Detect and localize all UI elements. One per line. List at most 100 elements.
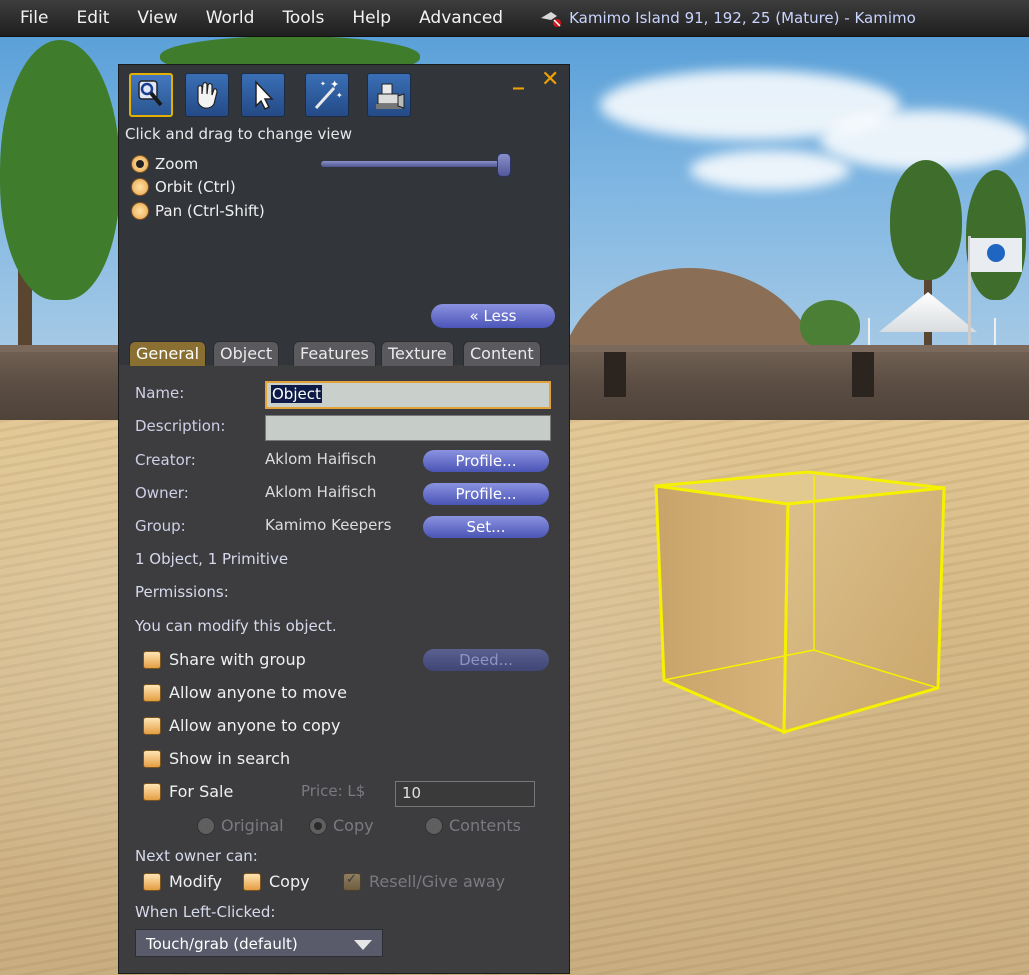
checkbox[interactable] — [143, 650, 161, 669]
tab-object[interactable]: Object — [213, 341, 280, 366]
svg-text:✦: ✦ — [336, 91, 343, 100]
checkbox[interactable] — [143, 683, 161, 702]
radio-button[interactable] — [131, 178, 149, 196]
name-field[interactable]: Object — [265, 381, 551, 409]
menu-file[interactable]: File — [0, 8, 62, 28]
radio-button[interactable] — [131, 202, 149, 220]
allow-copy-checkbox[interactable]: Allow anyone to copy — [143, 716, 340, 735]
menu-world[interactable]: World — [192, 8, 269, 28]
sale-copy-label: Copy — [333, 816, 374, 835]
edit-tool-button[interactable] — [241, 73, 285, 117]
arrow-cursor-icon — [255, 80, 274, 111]
pan-label: Pan (Ctrl-Shift) — [155, 202, 265, 220]
build-floater: _ ✕ ✦ ✦ ✦ Click and drag to change view … — [118, 64, 570, 974]
pine-tree — [890, 160, 962, 280]
deed-button[interactable]: Deed... — [423, 649, 549, 671]
share-group-label: Share with group — [169, 650, 306, 669]
focus-tool-button[interactable] — [129, 73, 173, 117]
checkbox[interactable] — [143, 782, 161, 801]
menu-edit[interactable]: Edit — [62, 8, 123, 28]
price-label: Price: L$ — [301, 782, 366, 800]
left-click-label: When Left-Clicked: — [135, 903, 276, 921]
name-label: Name: — [135, 384, 185, 402]
allow-move-label: Allow anyone to move — [169, 683, 347, 702]
price-value: 10 — [402, 784, 422, 802]
radio-button[interactable] — [197, 816, 215, 835]
sale-original-label: Original — [221, 816, 284, 835]
sale-contents-radio[interactable]: Contents — [425, 816, 521, 835]
land-tool-button[interactable] — [367, 73, 411, 117]
menu-tools[interactable]: Tools — [268, 8, 338, 28]
allow-move-checkbox[interactable]: Allow anyone to move — [143, 683, 347, 702]
share-group-checkbox[interactable]: Share with group — [143, 650, 306, 669]
menu-view[interactable]: View — [123, 8, 191, 28]
owner-value: Aklom Haifisch — [265, 483, 377, 501]
zoom-slider-track[interactable] — [321, 161, 509, 167]
group-label: Group: — [135, 517, 186, 535]
close-icon[interactable]: ✕ — [541, 67, 559, 92]
owner-label: Owner: — [135, 484, 189, 502]
next-resell-label: Resell/Give away — [369, 872, 506, 891]
description-label: Description: — [135, 417, 226, 435]
next-owner-label: Next owner can: — [135, 847, 258, 865]
orbit-radio[interactable]: Orbit (Ctrl) — [131, 178, 236, 196]
svg-text:✦: ✦ — [330, 78, 339, 91]
svg-text:✦: ✦ — [320, 80, 326, 88]
palm-tree — [0, 40, 120, 300]
pine-tree — [966, 170, 1026, 300]
fence-post — [604, 352, 626, 397]
less-button[interactable]: « Less — [431, 304, 555, 328]
zoom-slider-handle[interactable] — [497, 153, 511, 177]
radio-button[interactable] — [425, 816, 443, 835]
set-group-button[interactable]: Set... — [423, 516, 549, 538]
create-tool-button[interactable]: ✦ ✦ ✦ — [305, 73, 349, 117]
description-field[interactable] — [265, 415, 551, 441]
left-click-dropdown[interactable]: Touch/grab (default) — [135, 929, 383, 957]
bulldozer-icon — [376, 83, 405, 109]
checkbox[interactable] — [143, 716, 161, 735]
next-resell-checkbox[interactable]: Resell/Give away — [343, 872, 505, 891]
creator-profile-button[interactable]: Profile... — [423, 450, 549, 472]
move-tool-button[interactable] — [185, 73, 229, 117]
tab-content[interactable]: Content — [463, 341, 541, 366]
radio-button[interactable] — [309, 816, 327, 835]
chevron-down-icon — [354, 940, 372, 950]
magic-wand-icon: ✦ ✦ ✦ — [314, 78, 343, 110]
sale-contents-label: Contents — [449, 816, 521, 835]
flag-logo-icon — [987, 244, 1005, 262]
for-sale-label: For Sale — [169, 782, 234, 801]
pan-radio[interactable]: Pan (Ctrl-Shift) — [131, 202, 265, 220]
radio-button[interactable] — [131, 155, 149, 173]
left-click-value: Touch/grab (default) — [146, 935, 298, 953]
tab-general[interactable]: General — [129, 341, 207, 366]
no-fly-icon — [541, 12, 562, 27]
selected-cube[interactable] — [648, 466, 953, 736]
menu-help[interactable]: Help — [338, 8, 405, 28]
next-copy-label: Copy — [269, 872, 310, 891]
cloud — [690, 150, 850, 190]
checkbox[interactable] — [343, 872, 361, 891]
sale-copy-radio[interactable]: Copy — [309, 816, 374, 835]
zoom-radio[interactable]: Zoom — [131, 155, 198, 173]
tool-hint: Click and drag to change view — [125, 125, 353, 143]
price-field[interactable]: 10 — [395, 781, 535, 807]
tab-texture[interactable]: Texture — [381, 341, 454, 366]
tab-features[interactable]: Features — [293, 341, 376, 366]
location-info[interactable]: Kamimo Island 91, 192, 25 (Mature) - Kam… — [539, 8, 916, 28]
creator-value: Aklom Haifisch — [265, 450, 377, 468]
checkbox[interactable] — [243, 872, 261, 891]
show-search-checkbox[interactable]: Show in search — [143, 749, 290, 768]
object-count: 1 Object, 1 Primitive — [135, 550, 289, 568]
for-sale-checkbox[interactable]: For Sale — [143, 782, 233, 801]
orbit-label: Orbit (Ctrl) — [155, 178, 236, 196]
zoom-label: Zoom — [155, 155, 199, 173]
name-value: Object — [271, 385, 322, 403]
owner-profile-button[interactable]: Profile... — [423, 483, 549, 505]
checkbox[interactable] — [143, 749, 161, 768]
next-modify-checkbox[interactable]: Modify — [143, 872, 222, 891]
minimize-icon[interactable]: _ — [513, 65, 524, 90]
checkbox[interactable] — [143, 872, 161, 891]
next-copy-checkbox[interactable]: Copy — [243, 872, 310, 891]
sale-original-radio[interactable]: Original — [197, 816, 284, 835]
menu-advanced[interactable]: Advanced — [405, 8, 517, 28]
